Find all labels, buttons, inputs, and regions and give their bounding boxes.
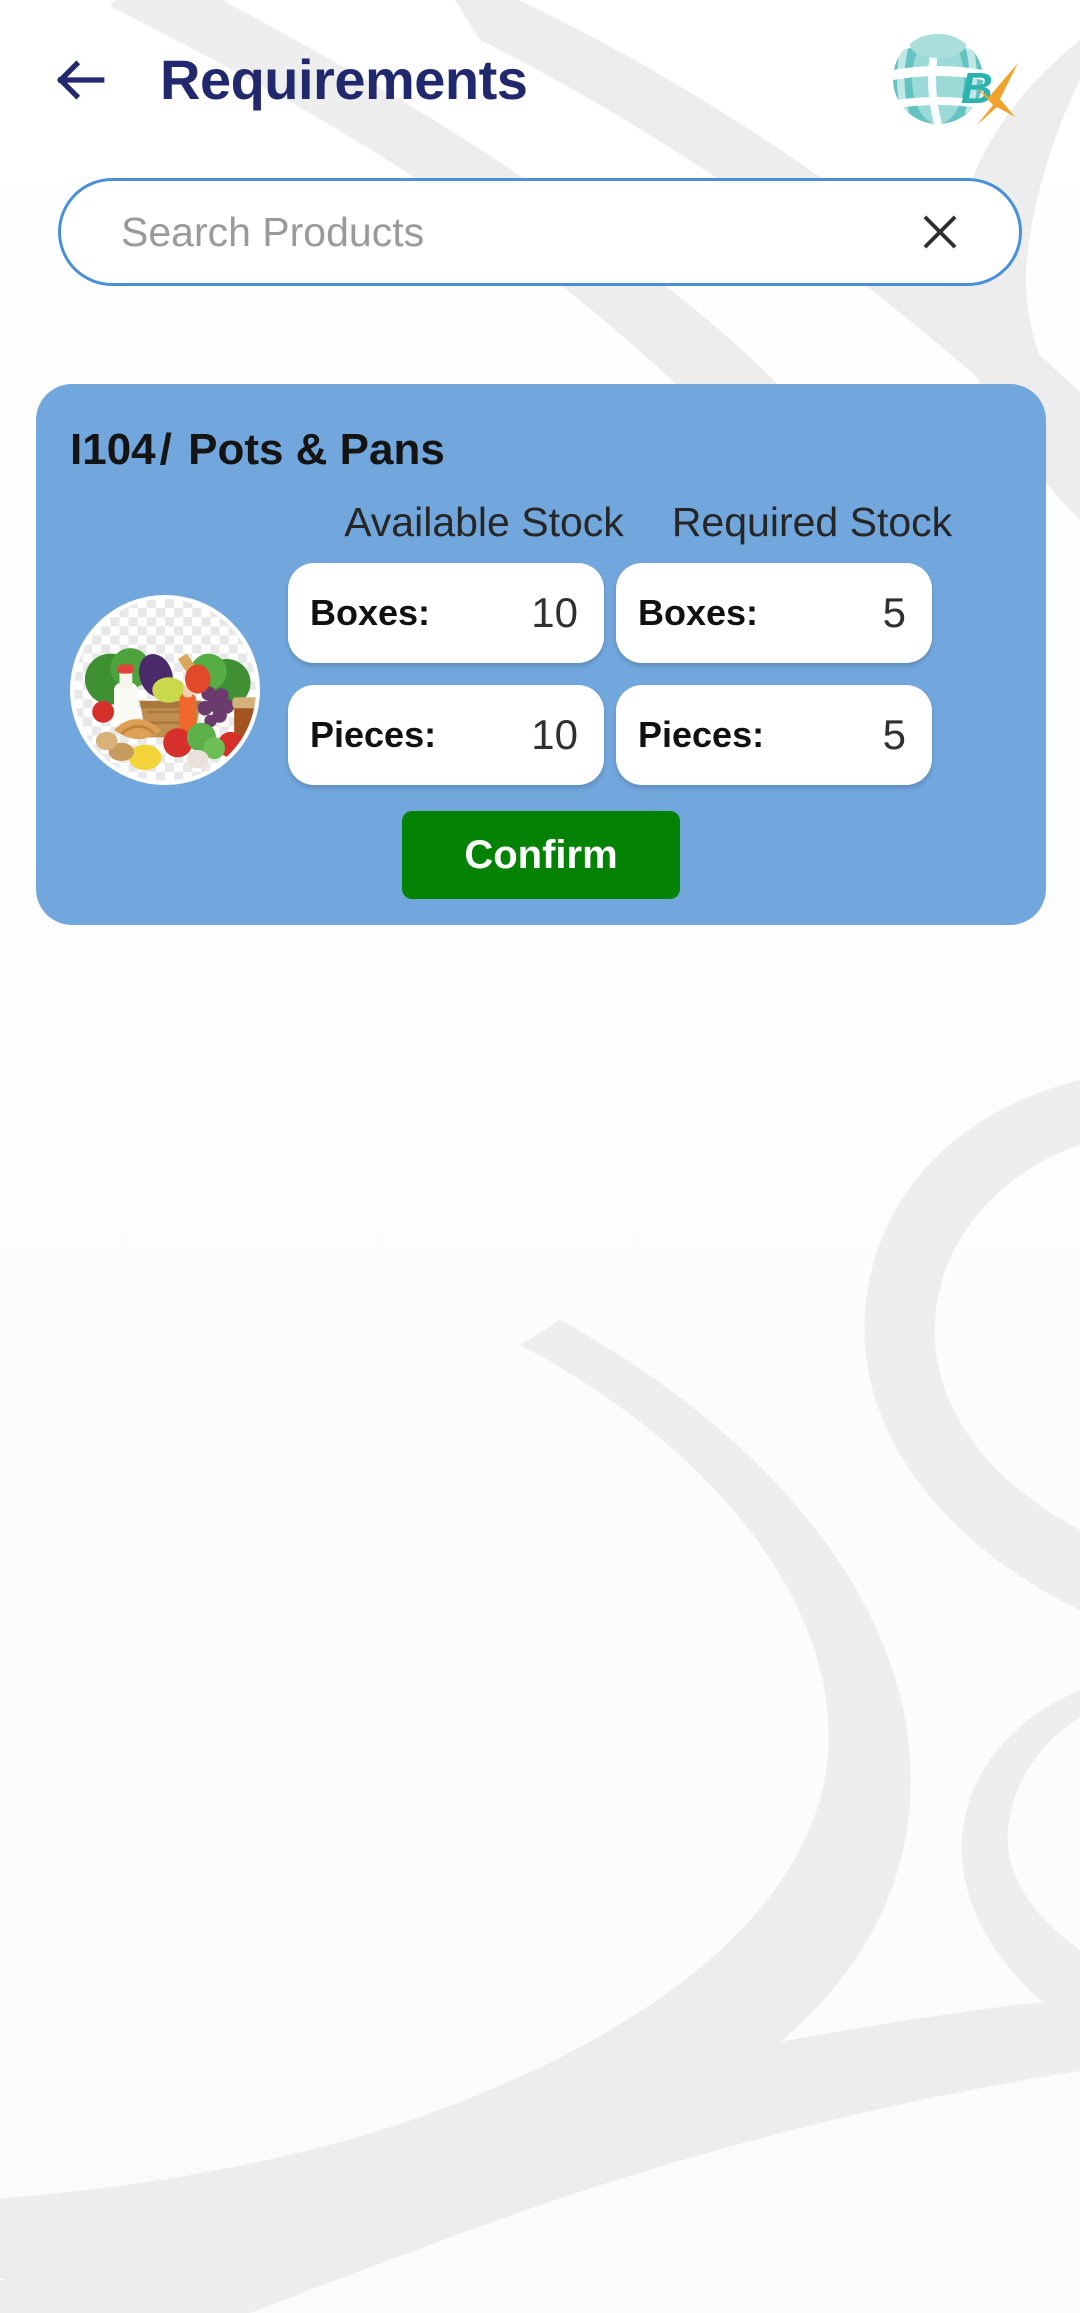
arrow-left-icon	[56, 60, 105, 100]
product-card-title: I104/ Pots & Pans	[36, 410, 1046, 474]
stock-fields: Boxes: Boxes: Pieces:	[288, 563, 1046, 786]
required-boxes-input[interactable]	[758, 563, 906, 664]
available-stock-header: Available Stock	[344, 499, 624, 546]
svg-text:B: B	[961, 64, 993, 113]
available-pieces-field[interactable]: Pieces:	[288, 685, 604, 786]
boxes-row: Boxes: Boxes:	[288, 563, 1046, 664]
pieces-row: Pieces: Pieces:	[288, 685, 1046, 786]
available-pieces-label: Pieces:	[310, 714, 437, 756]
app-bar: Requirements B	[0, 0, 1080, 160]
required-stock-header: Required Stock	[671, 499, 953, 546]
product-thumbnail	[70, 595, 260, 786]
page-title: Requirements	[160, 48, 528, 111]
back-button[interactable]	[48, 48, 112, 112]
required-boxes-field[interactable]: Boxes:	[616, 563, 932, 664]
product-sku-separator: /	[159, 425, 172, 474]
confirm-button[interactable]: Confirm	[402, 811, 680, 900]
brand-globe-b-logo: B	[893, 34, 1018, 125]
required-pieces-field[interactable]: Pieces:	[616, 685, 932, 786]
search-section	[0, 160, 1080, 286]
product-card-body: Boxes: Boxes: Pieces:	[36, 563, 1046, 786]
stock-column-headers: Available Stock Required Stock	[36, 500, 1046, 545]
available-pieces-value[interactable]	[436, 685, 578, 786]
search-bar[interactable]	[58, 178, 1022, 286]
product-list: I104/ Pots & Pans Available Stock Requir…	[0, 286, 1080, 926]
product-name: Pots & Pans	[188, 425, 445, 474]
available-boxes-value[interactable]	[430, 563, 578, 664]
available-boxes-label: Boxes:	[310, 592, 431, 634]
available-boxes-field[interactable]: Boxes:	[288, 563, 604, 664]
product-card: I104/ Pots & Pans Available Stock Requir…	[36, 384, 1046, 926]
clear-search-button[interactable]	[905, 197, 975, 267]
required-pieces-label: Pieces:	[638, 714, 765, 756]
search-input[interactable]	[121, 181, 905, 283]
product-sku: I104	[70, 425, 156, 474]
confirm-row: Confirm	[36, 811, 1046, 900]
required-pieces-input[interactable]	[764, 685, 906, 786]
grocery-basket-image	[74, 599, 256, 782]
required-boxes-label: Boxes:	[638, 592, 759, 634]
close-x-icon	[923, 215, 957, 249]
page-root: Requirements B Search Products I104/ Pot…	[0, 0, 1080, 2313]
